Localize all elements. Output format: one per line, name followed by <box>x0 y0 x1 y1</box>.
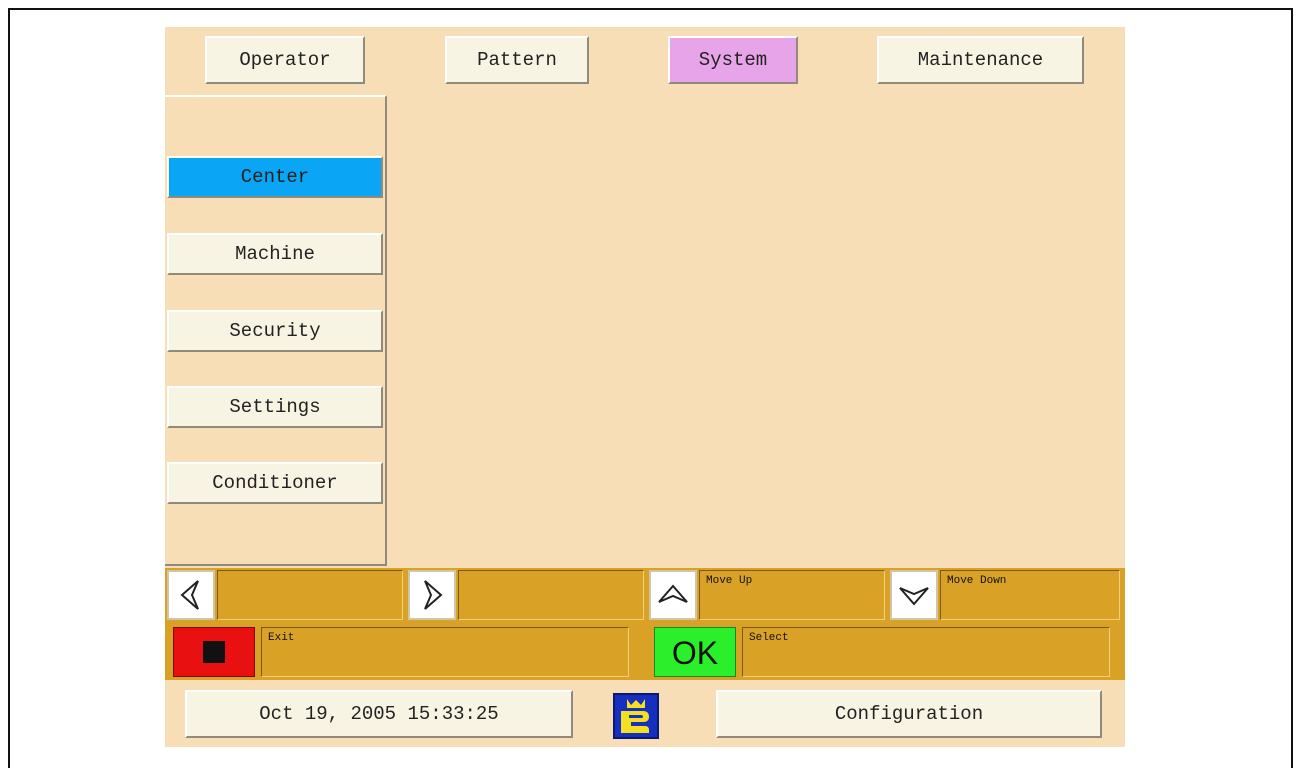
arrow-right-icon <box>424 580 443 610</box>
left-key[interactable] <box>167 570 215 620</box>
screen-name-display: Configuration <box>716 690 1102 738</box>
sidebar-item-machine[interactable]: Machine <box>167 233 383 275</box>
exit-key[interactable] <box>173 627 255 677</box>
down-key[interactable] <box>890 570 938 620</box>
down-key-label: Move Down <box>940 570 1120 620</box>
up-key[interactable] <box>649 570 697 620</box>
sidebar-item-center[interactable]: Center <box>167 156 383 198</box>
ok-key[interactable]: OK <box>654 627 736 677</box>
right-key-label <box>458 570 644 620</box>
sidebar-item-conditioner[interactable]: Conditioner <box>167 462 383 504</box>
arrow-left-icon <box>180 580 199 610</box>
sidebar-item-settings[interactable]: Settings <box>167 386 383 428</box>
brand-logo-icon <box>613 693 659 739</box>
left-key-label <box>217 570 403 620</box>
sidebar-item-security[interactable]: Security <box>167 310 383 352</box>
arrow-down-icon <box>899 587 929 606</box>
up-key-label: Move Up <box>699 570 885 620</box>
tab-system[interactable]: System <box>668 36 798 84</box>
stop-icon <box>203 641 225 663</box>
tab-operator[interactable]: Operator <box>205 36 365 84</box>
ok-key-label: Select <box>742 627 1110 677</box>
tab-maintenance[interactable]: Maintenance <box>877 36 1084 84</box>
datetime-display: Oct 19, 2005 15:33:25 <box>185 690 573 738</box>
exit-key-label: Exit <box>261 627 629 677</box>
tab-pattern[interactable]: Pattern <box>445 36 589 84</box>
right-key[interactable] <box>408 570 456 620</box>
arrow-up-icon <box>658 584 688 603</box>
